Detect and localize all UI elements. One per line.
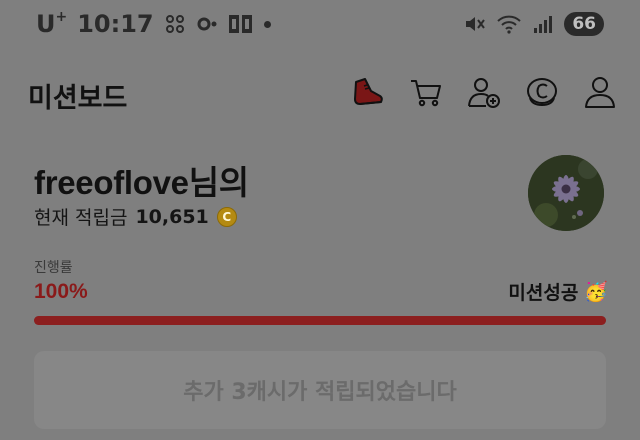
progress-label: 진행률 bbox=[34, 260, 73, 276]
points-value: 10,651 bbox=[135, 205, 209, 228]
carrier-label: U+ bbox=[36, 9, 68, 38]
add-friend-icon[interactable] bbox=[466, 74, 502, 110]
signal-icon bbox=[532, 13, 554, 35]
progress-value: 100% bbox=[34, 280, 88, 303]
page-title: 미션보드 bbox=[28, 83, 128, 113]
battery-indicator: 66 bbox=[564, 12, 604, 36]
mute-icon bbox=[464, 13, 486, 35]
cart-icon[interactable] bbox=[408, 74, 444, 110]
progress-bar-fill bbox=[34, 316, 606, 325]
cash-coin-icon[interactable] bbox=[524, 74, 560, 110]
notification-app-icon-2 bbox=[196, 13, 218, 35]
wifi-icon bbox=[496, 13, 522, 35]
sneaker-icon[interactable] bbox=[350, 74, 386, 110]
points-row: 현재 적립금 10,651 C bbox=[34, 203, 237, 230]
points-label: 현재 적립금 bbox=[34, 207, 128, 229]
avatar[interactable] bbox=[528, 155, 604, 231]
notification-app-icon bbox=[164, 13, 186, 35]
profile-icon[interactable] bbox=[582, 74, 618, 110]
app-header: 미션보드 bbox=[0, 60, 640, 124]
mission-status: 미션성공 🥳 bbox=[508, 278, 608, 305]
reward-notice-button[interactable]: 추가 3캐시가 적립되었습니다 bbox=[34, 351, 606, 429]
party-face-icon: 🥳 bbox=[584, 281, 608, 303]
user-greeting: freeoflove님의 bbox=[34, 164, 249, 201]
status-time: 10:17 bbox=[77, 10, 154, 38]
mission-status-label: 미션성공 bbox=[508, 282, 579, 304]
status-bar: U+ 10:17 66 bbox=[0, 0, 640, 52]
coin-icon: C bbox=[216, 206, 237, 227]
notification-app-icon-3 bbox=[228, 13, 254, 35]
more-notifications-dot-icon bbox=[263, 20, 271, 28]
progress-bar bbox=[34, 316, 606, 325]
